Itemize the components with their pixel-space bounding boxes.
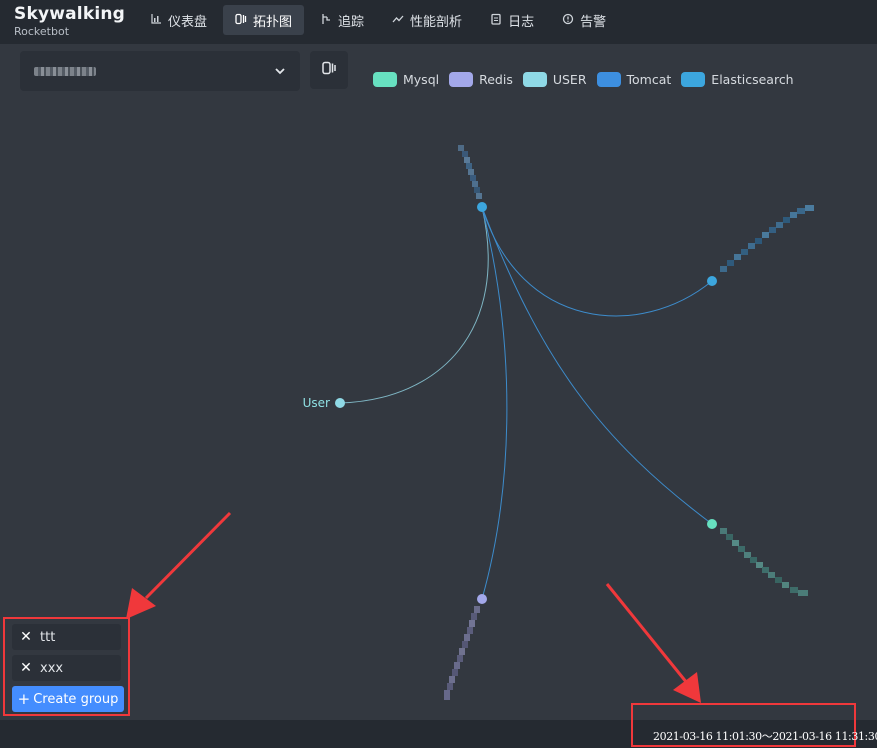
plus-icon: +: [17, 690, 31, 708]
brand-title: Skywalking: [14, 4, 126, 24]
edge-center-right-upper: [481, 206, 713, 317]
nav-log-label: 日志: [508, 14, 535, 30]
topology-mode-icon: [321, 60, 337, 80]
log-icon: [490, 13, 502, 28]
legend-label: Elasticsearch: [711, 72, 794, 87]
edge-center-right-lower: [481, 206, 713, 525]
service-select[interactable]: [20, 51, 300, 91]
edge-user-center: [339, 206, 489, 404]
group-item[interactable]: ✕ ttt: [12, 624, 121, 650]
obscured-label-right-upper: [720, 205, 814, 272]
chevron-down-icon: [274, 64, 286, 78]
topology-node-user[interactable]: [335, 398, 345, 408]
topology-edges: [339, 206, 713, 600]
create-group-label: Create group: [33, 691, 119, 707]
trace-icon: [320, 13, 332, 28]
remove-group-icon[interactable]: ✕: [12, 660, 40, 676]
legend-swatch: [373, 72, 397, 87]
time-range-text[interactable]: 2021-03-16 11:01:30～2021-03-16 11:31:30: [653, 728, 877, 744]
dashboard-icon: [150, 13, 162, 27]
top-navigation-bar: Skywalking Rocketbot 仪表盘 拓扑图 追踪 性能剖析 日志 …: [0, 0, 877, 44]
nav-dashboard-label: 仪表盘: [168, 14, 208, 30]
topology-node-bottom[interactable]: [477, 594, 487, 604]
obscured-label-center: [458, 145, 482, 199]
alarm-icon: [562, 13, 574, 28]
legend-swatch: [681, 72, 706, 87]
legend-item-mysql: Mysql: [373, 72, 439, 87]
legend-label: USER: [552, 72, 587, 87]
edge-center-bottom: [481, 206, 508, 600]
topology-mode-button[interactable]: [310, 51, 348, 89]
nav-dashboard[interactable]: 仪表盘: [138, 5, 219, 35]
nav-topology[interactable]: 拓扑图: [223, 5, 305, 35]
brand-subtitle: Rocketbot: [14, 25, 70, 38]
obscured-label-right-lower: [720, 528, 808, 596]
nav-profile[interactable]: 性能剖析: [380, 5, 474, 35]
topology-icon: [235, 13, 247, 28]
legend-item-user: USER: [522, 72, 587, 87]
profile-icon: [392, 14, 404, 27]
node-type-legend: Mysql Redis USER Tomcat Elasticsearch: [373, 72, 794, 87]
remove-group-icon[interactable]: ✕: [12, 629, 40, 645]
legend-swatch: [596, 72, 621, 87]
nav-alarm[interactable]: 告警: [550, 5, 618, 35]
main-nav: 仪表盘 拓扑图 追踪 性能剖析 日志 告警: [138, 5, 618, 35]
legend-label: Redis: [479, 72, 513, 87]
legend-item-elasticsearch: Elasticsearch: [681, 72, 794, 87]
nav-trace-label: 追踪: [338, 14, 365, 30]
annotation-arrows: [126, 511, 701, 703]
legend-label: Tomcat: [626, 72, 672, 87]
obscured-label-bottom: [444, 606, 480, 700]
legend-swatch: [522, 72, 547, 87]
group-name: xxx: [40, 660, 64, 676]
annotation-arrow-groups: [126, 511, 232, 619]
create-group-button[interactable]: + Create group: [12, 686, 124, 712]
nav-topology-label: 拓扑图: [253, 14, 293, 30]
topology-graph: User: [303, 145, 814, 700]
nav-trace[interactable]: 追踪: [308, 5, 376, 35]
topology-node-right-lower[interactable]: [707, 519, 717, 529]
annotation-arrow-time: [605, 583, 701, 703]
legend-item-redis: Redis: [449, 72, 513, 87]
topology-node-center[interactable]: [477, 202, 487, 212]
brand-logo[interactable]: Skywalking Rocketbot: [14, 4, 126, 38]
nav-alarm-label: 告警: [580, 14, 607, 30]
group-name: ttt: [40, 629, 56, 645]
group-panel: ✕ ttt ✕ xxx + Create group: [3, 617, 130, 716]
nav-log[interactable]: 日志: [478, 5, 546, 35]
nav-profile-label: 性能剖析: [410, 14, 463, 30]
topology-node-user-label: User: [303, 396, 330, 410]
topology-node-right-upper[interactable]: [707, 276, 717, 286]
legend-swatch: [449, 72, 474, 87]
group-item[interactable]: ✕ xxx: [12, 655, 121, 681]
legend-item-tomcat: Tomcat: [596, 72, 672, 87]
legend-label: Mysql: [403, 72, 440, 87]
service-select-value: [34, 66, 96, 76]
